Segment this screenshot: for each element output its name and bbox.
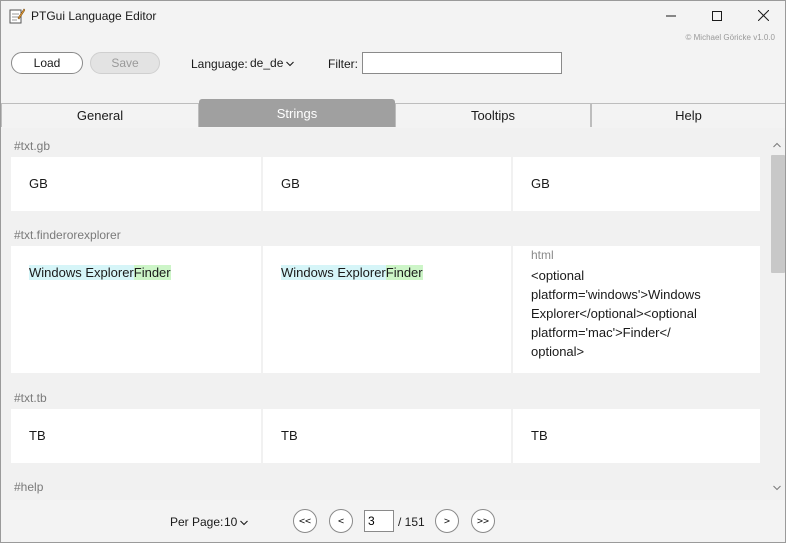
entry-cell-source[interactable]: html <optional platform='windows'>Window…	[513, 246, 760, 373]
chevron-down-icon	[240, 515, 249, 529]
save-button[interactable]: Save	[90, 52, 160, 74]
tab-strings[interactable]: Strings	[199, 99, 395, 127]
strings-list[interactable]: #txt.gb GB GB GB #txt.finderorexplorer W…	[1, 128, 785, 500]
next-page-button[interactable]: >	[435, 509, 459, 533]
tab-general[interactable]: General	[1, 103, 199, 127]
window-title: PTGui Language Editor	[31, 9, 157, 23]
per-page-label: Per Page:	[170, 515, 224, 529]
per-page-select[interactable]: 10	[224, 515, 249, 529]
highlight-finder: Finder	[133, 265, 171, 280]
entry-cell-source[interactable]: TB	[513, 409, 760, 463]
language-select[interactable]: de_de	[250, 56, 295, 70]
cell-text: GB	[281, 176, 300, 191]
highlight-explorer: Windows Explorer	[29, 265, 134, 280]
scroll-thumb[interactable]	[771, 155, 785, 273]
notepad-pencil-icon	[9, 7, 26, 24]
minimize-button[interactable]	[648, 1, 694, 31]
filter-input[interactable]	[362, 52, 562, 74]
page-number-input[interactable]	[364, 510, 394, 532]
language-value: de_de	[250, 56, 284, 70]
entry-key: #help	[14, 480, 44, 494]
entry-key: #txt.finderorexplorer	[14, 228, 121, 242]
close-icon	[757, 9, 769, 24]
maximize-icon	[712, 9, 722, 24]
cell-text: Windows ExplorerFinder	[281, 265, 423, 280]
cell-text: Windows ExplorerFinder	[29, 265, 171, 280]
highlight-explorer: Windows Explorer	[281, 265, 386, 280]
app-window: PTGui Language Editor © Michael Göricke …	[0, 0, 786, 543]
scroll-up-icon[interactable]	[773, 141, 781, 150]
scroll-down-icon[interactable]	[773, 484, 781, 493]
filter-label: Filter:	[328, 57, 358, 71]
entry-cell-translation[interactable]: Windows ExplorerFinder	[263, 246, 511, 373]
entry-cell-original[interactable]: Windows ExplorerFinder	[11, 246, 261, 373]
vertical-scrollbar[interactable]	[769, 138, 785, 496]
copyright-text: © Michael Göricke v1.0.0	[685, 33, 775, 42]
cell-text: TB	[531, 428, 548, 443]
tab-bar: General Tooltips Help Strings	[1, 99, 785, 127]
entry-key: #txt.gb	[14, 139, 51, 153]
last-page-button[interactable]: >>	[471, 509, 495, 533]
entry-cell-original[interactable]: GB	[11, 157, 261, 211]
tab-tooltips[interactable]: Tooltips	[395, 103, 591, 127]
html-type-tag: html	[531, 248, 554, 262]
cell-text: TB	[29, 428, 46, 443]
cell-text: TB	[281, 428, 298, 443]
html-source-text: <optional platform='windows'>Windows Exp…	[531, 268, 701, 359]
prev-page-button[interactable]: <	[329, 509, 353, 533]
close-button[interactable]	[740, 1, 785, 31]
first-page-button[interactable]: <<	[293, 509, 317, 533]
page-total: / 151	[398, 515, 425, 529]
highlight-finder: Finder	[385, 265, 423, 280]
tab-help[interactable]: Help	[591, 103, 785, 127]
load-button[interactable]: Load	[11, 52, 83, 74]
maximize-button[interactable]	[694, 1, 740, 31]
title-bar[interactable]: PTGui Language Editor	[1, 1, 785, 31]
cell-text: GB	[29, 176, 48, 191]
per-page-value: 10	[224, 515, 238, 529]
entry-cell-source[interactable]: GB	[513, 157, 760, 211]
language-label: Language:	[191, 57, 248, 71]
entry-cell-translation[interactable]: GB	[263, 157, 511, 211]
entry-key: #txt.tb	[14, 391, 47, 405]
entry-cell-translation[interactable]: TB	[263, 409, 511, 463]
entry-cell-original[interactable]: TB	[11, 409, 261, 463]
minimize-icon	[666, 9, 676, 24]
cell-text: GB	[531, 176, 550, 191]
chevron-down-icon	[286, 56, 295, 70]
